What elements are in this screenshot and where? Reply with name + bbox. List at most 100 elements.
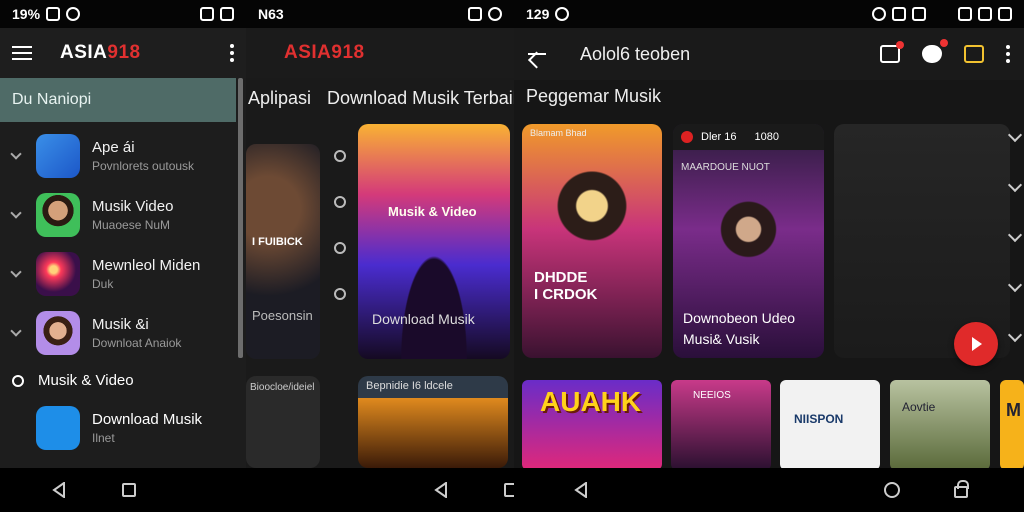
card-header: Dler 16 1080 [673,124,824,150]
menu-icon[interactable] [12,46,32,60]
page-title: Aolol6 teoben [580,43,691,64]
wifi-icon [958,7,972,21]
video-card[interactable]: Bioocloe/ideiel [246,376,320,468]
chevron-down-icon[interactable] [10,206,22,219]
chevron-icon[interactable] [1007,177,1023,193]
drawer-app-bar: ASIA918 [0,28,246,78]
lock-icon[interactable] [954,480,969,498]
heart-icon[interactable] [922,39,948,63]
signal-icon [200,7,214,21]
item-subtitle: Povnlorets outousk [92,158,195,173]
section-label: Musik & Video [38,372,134,389]
section-heading: Peggemar Musik [526,86,662,106]
share-icon[interactable] [334,150,346,162]
chevron-down-icon[interactable] [10,324,22,337]
album-thumb[interactable]: NEEIOS [671,380,771,470]
play-button[interactable] [954,322,998,366]
item-title: Ape ái [92,138,135,156]
home-screen: N63 ASIA918 Aplipasi Download Musik Terb… [246,0,514,512]
list-item[interactable]: Ape ái Povnlorets outousk [0,126,236,185]
lock-icon[interactable] [964,45,984,63]
item-title: Musik Video [92,197,174,215]
video-card[interactable]: Bepnidie I6 ldcele [358,376,508,468]
chevron-icon[interactable] [1007,277,1023,293]
list-item[interactable]: Mewnleol Miden Duk [0,244,236,303]
detail-app-bar: Aolol6 teoben [514,28,1024,80]
drawer-list: Ape ái Povnlorets outousk Musik Video Muao… [0,126,236,362]
thumb-title: M [1006,400,1021,420]
section-header[interactable]: Musik & Video [12,372,134,389]
card-actions [334,150,346,300]
chevron-down-icon[interactable] [10,147,22,160]
drawer-screen: 19% ASIA918 Du Naniopi Ape ái Povnlorets … [0,0,246,512]
featured-card[interactable]: Musik & Video Download Musik [358,124,510,359]
download-user-icon [36,406,80,450]
card-header-right: 1080 [754,131,779,143]
alarm-icon [872,7,886,21]
notification-icon [66,7,81,21]
album-thumb[interactable]: AUAHK [522,380,662,470]
search-text: Du Naniopi [12,91,92,108]
item-title: Mewnleol Miden [92,256,201,274]
music-card[interactable]: Dler 16 1080 MAARDOUE NUOT Downobeon Ude… [673,124,824,358]
music-card[interactable]: Blamam Bhad DHDDE I CRDOK [522,124,662,358]
like-icon[interactable] [334,242,346,254]
status-bar: 129 [514,0,1024,28]
scrollbar[interactable] [238,78,243,358]
album-thumb[interactable]: Aovtie [890,380,990,470]
live-icon [681,131,693,143]
lock-icon [892,7,906,21]
card-caption: Download Musik [372,311,475,327]
comment-icon[interactable] [334,196,346,208]
status-text: 19% [12,6,41,22]
cast-icon[interactable] [880,41,904,63]
list-item[interactable]: Musik Video Muaoese NuM [0,185,236,244]
chevron-icon[interactable] [1007,327,1023,343]
album-thumb[interactable]: NIISPON [780,380,880,470]
back-icon[interactable] [434,482,448,498]
back-icon[interactable] [52,482,66,498]
item-subtitle: Muaoese NuM [92,217,171,232]
app-logo: ASIA918 [284,42,365,64]
more-options-icon[interactable] [230,44,234,62]
logo-text-white: ASIA [60,42,108,63]
card-title: Bioocloe/ideiel [250,382,315,393]
chevron-down-icon[interactable] [10,265,22,278]
tab-download-musik[interactable]: Download Musik Terbaik [327,88,514,109]
singer-face-icon [36,192,80,237]
home-icon[interactable] [884,482,900,498]
download-subtitle: Ilnet [92,431,115,445]
signal-icon [978,7,992,21]
more-icon[interactable] [334,288,346,300]
cast-badge [896,41,904,49]
download-title: Download Musik [92,411,203,428]
list-item[interactable]: Musik &i Downloat Anaiok [0,303,236,362]
card-title: Bepnidie I6 ldcele [366,380,453,392]
search-bar[interactable]: Du Naniopi [0,78,236,122]
concert-icon [36,251,80,296]
status-text: N63 [258,6,284,22]
tab-aplikasi[interactable]: Aplipasi [248,88,311,109]
nav-bar [0,468,246,512]
back-icon[interactable] [574,482,588,498]
item-subtitle: Duk [92,276,114,291]
album-thumb[interactable]: M [1000,380,1024,470]
chevron-icon[interactable] [1007,227,1023,243]
logo-text-red: 918 [107,42,141,63]
card-header: Blamam Bhad [530,128,587,138]
recents-icon[interactable] [504,483,514,497]
detail-screen: 129 Aolol6 teoben Peggemar Musik Blamam … [514,0,1024,512]
download-item[interactable]: Download Musik Ilnet [36,406,202,450]
back-arrow-icon[interactable] [528,53,546,55]
recents-icon[interactable] [122,483,136,497]
video-card[interactable]: I FUIBICK Poesonsin [246,144,320,359]
more-options-icon[interactable] [1006,45,1010,63]
battery-full-icon [998,7,1012,21]
thumb-title: Aovtie [902,400,936,414]
chevron-icon[interactable] [1007,127,1023,143]
card-title: DHDDE I CRDOK [534,269,598,303]
girl-portrait-icon [36,310,80,355]
notification-icon [555,7,570,21]
thumb-title: NEEIOS [693,390,731,401]
item-subtitle: Downloat Anaiok [92,335,182,350]
